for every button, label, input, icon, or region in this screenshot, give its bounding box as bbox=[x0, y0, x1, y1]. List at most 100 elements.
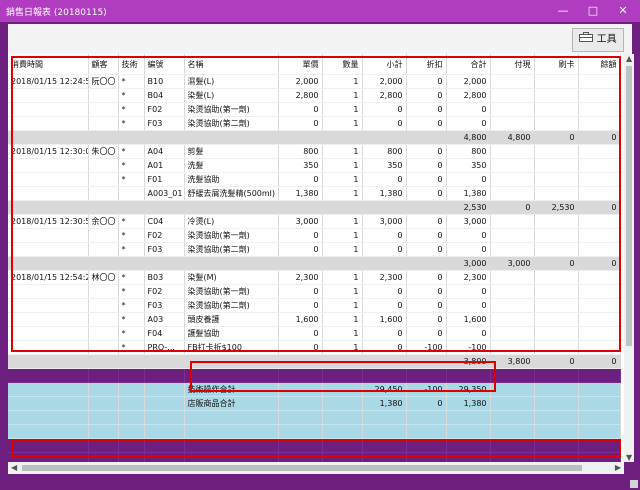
table-cell: 350 bbox=[278, 158, 323, 173]
subtotal-row[interactable]: 3,000 3,000 0 0 bbox=[8, 256, 621, 271]
table-cell: 剪髮 bbox=[184, 144, 279, 159]
tools-button[interactable]: 工具 bbox=[572, 28, 624, 52]
table-cell: A01 bbox=[144, 158, 185, 173]
table-cell bbox=[534, 284, 579, 299]
table-row[interactable]: * F01 洗髮協助 0 1 0 0 0 bbox=[8, 172, 621, 187]
table-cell: 0 bbox=[490, 200, 535, 215]
table-cell: 0 bbox=[578, 256, 621, 271]
scroll-up-icon[interactable]: ▲ bbox=[626, 54, 632, 63]
column-header-1[interactable]: 顧客 bbox=[88, 54, 119, 75]
table-cell bbox=[534, 424, 579, 439]
table-row[interactable]: 2018/01/15 12:30:00 朱〇〇 * A04 剪髮 800 1 800 0 800 bbox=[8, 144, 621, 159]
column-header-3[interactable]: 編號 bbox=[144, 54, 185, 75]
table-cell bbox=[490, 382, 535, 397]
table-cell: 0 bbox=[446, 228, 491, 243]
table-cell bbox=[406, 438, 447, 453]
column-header-7[interactable]: 小計 bbox=[362, 54, 407, 75]
column-header-10[interactable]: 付現 bbox=[490, 54, 535, 75]
table-row[interactable]: * F04 護髮協助 0 1 0 0 0 bbox=[8, 326, 621, 341]
table-cell bbox=[8, 410, 89, 425]
table-row[interactable]: * F03 染燙協助(第二劑) 0 1 0 0 0 bbox=[8, 116, 621, 131]
column-header-2[interactable]: 技術 bbox=[118, 54, 145, 75]
table-row[interactable]: 2018/01/15 12:54:21 林〇〇 * B03 染髮(M) 2,300 1 2,3… bbox=[8, 270, 621, 285]
scroll-left-icon[interactable]: ◀ bbox=[11, 463, 17, 472]
table-cell bbox=[406, 424, 447, 439]
table-cell bbox=[534, 410, 579, 425]
subtotal-row[interactable]: 4,800 4,800 0 0 bbox=[8, 130, 621, 145]
table-cell bbox=[322, 382, 363, 397]
table-cell bbox=[490, 242, 535, 257]
table-cell bbox=[322, 452, 363, 462]
summary-row[interactable] bbox=[8, 410, 621, 425]
empty-row[interactable] bbox=[8, 452, 621, 462]
table-row[interactable]: 2018/01/15 12:24:57 阮〇〇 * B10 濕髮(L) 2,000 1 2,0… bbox=[8, 74, 621, 89]
scroll-down-icon[interactable]: ▼ bbox=[626, 453, 632, 462]
table-cell bbox=[490, 74, 535, 89]
table-row[interactable]: * F03 染燙協助(第二劑) 0 1 0 0 0 bbox=[8, 242, 621, 257]
column-header-5[interactable]: 單價 bbox=[278, 54, 323, 75]
empty-row[interactable] bbox=[8, 368, 621, 383]
table-cell: * bbox=[118, 298, 145, 313]
toolbar: 工具 bbox=[8, 24, 632, 54]
table-row[interactable]: * F02 染燙協助(第一劑) 0 1 0 0 0 bbox=[8, 228, 621, 243]
table-cell bbox=[88, 284, 119, 299]
table-cell: 0 bbox=[578, 354, 621, 369]
table-cell bbox=[578, 228, 621, 243]
table-cell: 護髮協助 bbox=[184, 326, 279, 341]
table-cell: 染髮(L) bbox=[184, 88, 279, 103]
table-cell: F03 bbox=[144, 298, 185, 313]
table-row[interactable]: * F02 染燙協助(第一劑) 0 1 0 0 0 bbox=[8, 284, 621, 299]
table-cell: 0 bbox=[278, 102, 323, 117]
table-cell: 0 bbox=[406, 88, 447, 103]
column-header-9[interactable]: 合計 bbox=[446, 54, 491, 75]
table-row[interactable]: * A03 頭皮養護 1,600 1 1,600 0 1,600 bbox=[8, 312, 621, 327]
horizontal-scroll-thumb[interactable] bbox=[22, 465, 582, 471]
table-row[interactable]: 2018/01/15 12:30:58 余〇〇 * C04 冷燙(L) 3,000 1 3,0… bbox=[8, 214, 621, 229]
column-header-8[interactable]: 折扣 bbox=[406, 54, 447, 75]
column-header-0[interactable]: 消費時間 bbox=[8, 54, 89, 75]
close-icon[interactable]: ✕ bbox=[608, 0, 638, 22]
summary-row[interactable]: 店販商品合計 1,380 0 1,380 bbox=[8, 396, 621, 411]
scroll-right-icon[interactable]: ▶ bbox=[615, 463, 621, 472]
resize-grip-icon[interactable] bbox=[630, 480, 638, 488]
table-row[interactable]: * F02 染燙協助(第一劑) 0 1 0 0 0 bbox=[8, 102, 621, 117]
table-cell bbox=[278, 368, 323, 383]
table-row[interactable]: A003_01 舒緩去屑洗髮精(500ml) 1,380 1 1,380 0 1,380 bbox=[8, 186, 621, 201]
column-header-12[interactable]: 餘額 bbox=[578, 54, 621, 75]
table-cell: 350 bbox=[362, 158, 407, 173]
table-cell: * bbox=[118, 74, 145, 89]
summary-row[interactable] bbox=[8, 424, 621, 439]
table-cell: 店販商品合計 bbox=[184, 396, 279, 411]
table-row[interactable]: * PRO-... FB打卡折$100 0 1 0 -100 -100 bbox=[8, 340, 621, 355]
subtotal-row[interactable]: 3,800 3,800 0 0 bbox=[8, 354, 621, 369]
table-row[interactable]: * F03 染燙協助(第二劑) 0 1 0 0 0 bbox=[8, 298, 621, 313]
subtotal-row[interactable]: 2,530 0 2,530 0 bbox=[8, 200, 621, 215]
table-cell: F03 bbox=[144, 116, 185, 131]
column-header-4[interactable]: 名稱 bbox=[184, 54, 279, 75]
table-cell: 3,000 bbox=[490, 256, 535, 271]
horizontal-scrollbar[interactable]: ◀ ▶ bbox=[8, 462, 624, 474]
maximize-icon[interactable]: □ bbox=[578, 0, 608, 22]
table-cell: 0 bbox=[578, 130, 621, 145]
vertical-scroll-thumb[interactable] bbox=[626, 66, 632, 346]
table-cell: 濕髮(L) bbox=[184, 74, 279, 89]
vertical-scrollbar[interactable]: ▲ ▼ bbox=[624, 54, 634, 462]
table-body: 2018/01/15 12:24:57 阮〇〇 * B10 濕髮(L) 2,000 1 2,0… bbox=[8, 74, 621, 462]
empty-row[interactable] bbox=[8, 438, 621, 453]
table-cell bbox=[578, 340, 621, 355]
table-row[interactable]: * B04 染髮(L) 2,800 1 2,800 0 2,800 bbox=[8, 88, 621, 103]
table-cell: 2,300 bbox=[278, 270, 323, 285]
table-cell: -100 bbox=[406, 340, 447, 355]
sales-grid[interactable]: 消費時間 顧客 技術 編號 名稱 單價 數量 小計 折扣 合計 付現 刷卡 餘額 2018/01/15 … bbox=[8, 54, 624, 462]
table-cell: 0 bbox=[278, 116, 323, 131]
table-row[interactable]: * A01 洗髮 350 1 350 0 350 bbox=[8, 158, 621, 173]
minimize-icon[interactable]: — bbox=[548, 0, 578, 22]
column-header-6[interactable]: 數量 bbox=[322, 54, 363, 75]
table-cell bbox=[490, 270, 535, 285]
table-cell: 2,000 bbox=[446, 74, 491, 89]
table-cell: 1,380 bbox=[362, 186, 407, 201]
column-header-11[interactable]: 刷卡 bbox=[534, 54, 579, 75]
summary-row[interactable]: 技術操作合計 29,450 -100 29,350 bbox=[8, 382, 621, 397]
table-cell: 3,000 bbox=[446, 256, 491, 271]
table-cell: 染髮(M) bbox=[184, 270, 279, 285]
